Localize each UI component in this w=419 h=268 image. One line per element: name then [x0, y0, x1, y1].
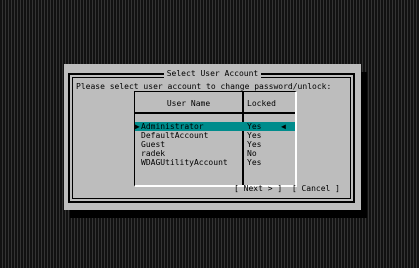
user-name: Guest [141, 140, 166, 149]
user-account-list[interactable]: User Name Locked ▶ Administrator Yes ◀ D… [134, 91, 297, 187]
locked-status: Yes [247, 131, 262, 140]
selection-arrow-right-icon: ◀ [281, 122, 286, 131]
user-row-defaultaccount[interactable]: DefaultAccount Yes [135, 131, 295, 140]
select-user-dialog: Select User Account Please select user a… [64, 64, 361, 210]
column-header-user-name: User Name [166, 99, 211, 108]
dialog-buttons: [ Next > ] [ Cancel ] [234, 184, 340, 193]
cancel-button[interactable]: [ Cancel ] [292, 184, 340, 193]
next-button[interactable]: [ Next > ] [234, 184, 282, 193]
user-name: Administrator [141, 122, 204, 131]
user-name: radek [141, 149, 166, 158]
user-row-wdagutilityaccount[interactable]: WDAGUtilityAccount Yes [135, 158, 295, 167]
locked-status: No [247, 149, 257, 158]
locked-status: Yes [247, 140, 262, 149]
column-header-locked: Locked [247, 99, 276, 108]
locked-status: Yes [247, 122, 262, 131]
user-row-radek[interactable]: radek No [135, 149, 295, 158]
user-name: WDAGUtilityAccount [141, 158, 228, 167]
header-separator [135, 112, 295, 114]
dialog-title: Select User Account [64, 69, 361, 78]
locked-status: Yes [247, 158, 262, 167]
user-row-administrator[interactable]: ▶ Administrator Yes ◀ [135, 122, 295, 131]
user-name: DefaultAccount [141, 131, 209, 140]
dialog-prompt: Please select user account to change pas… [76, 82, 332, 91]
selection-arrow-left-icon: ▶ [135, 122, 140, 131]
user-row-guest[interactable]: Guest Yes [135, 140, 295, 149]
